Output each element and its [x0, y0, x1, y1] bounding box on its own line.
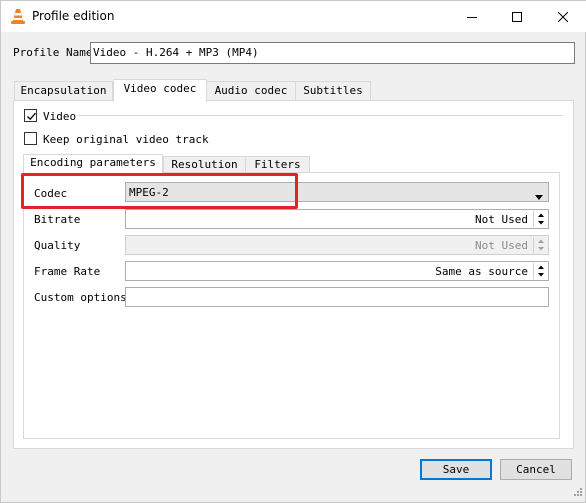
- profile-name-input[interactable]: Video - H.264 + MP3 (MP4): [90, 42, 575, 64]
- title-bar[interactable]: Profile edition: [1, 1, 586, 32]
- subtab-label: Encoding parameters: [30, 156, 156, 169]
- subtab-label: Resolution: [171, 158, 238, 171]
- spin-arrows-icon: [538, 213, 544, 225]
- close-button[interactable]: [540, 1, 586, 32]
- maximize-button[interactable]: [494, 1, 540, 32]
- tab-label: Audio codec: [214, 84, 288, 97]
- chevron-down-icon: [535, 190, 543, 203]
- vlc-cone-icon: [10, 8, 26, 25]
- custom-options-input[interactable]: [125, 287, 549, 307]
- save-button[interactable]: Save: [420, 459, 492, 480]
- quality-spin-buttons: [533, 237, 547, 253]
- quality-label: Quality: [34, 239, 81, 252]
- custom-options-label: Custom options: [34, 291, 127, 304]
- save-button-label: Save: [442, 463, 470, 476]
- profile-name-value: Video - H.264 + MP3 (MP4): [93, 46, 259, 59]
- maximize-icon: [512, 11, 522, 22]
- tab-video-codec[interactable]: Video codec: [113, 79, 207, 102]
- tab-label: Video codec: [123, 82, 197, 95]
- codec-highlight-box: [21, 173, 298, 209]
- bitrate-value: Not Used: [475, 213, 528, 226]
- checkmark-icon: [27, 112, 36, 121]
- framerate-label: Frame Rate: [34, 265, 101, 278]
- framerate-value: Same as source: [435, 265, 528, 278]
- profile-name-label: Profile Name: [13, 46, 93, 59]
- tab-encapsulation[interactable]: Encapsulation: [14, 81, 113, 101]
- cancel-button-label: Cancel: [516, 463, 556, 476]
- quality-spinbox: Not Used: [125, 235, 549, 255]
- window-title: Profile edition: [32, 9, 115, 23]
- keep-original-checkbox[interactable]: [24, 132, 37, 145]
- close-icon: [558, 11, 568, 22]
- video-checkbox[interactable]: [24, 109, 37, 122]
- spin-arrows-icon: [538, 239, 544, 251]
- bitrate-spin-buttons[interactable]: [533, 211, 547, 227]
- minimize-button[interactable]: [449, 1, 495, 32]
- tab-subtitles[interactable]: Subtitles: [295, 81, 371, 101]
- resize-grip-icon[interactable]: [573, 487, 583, 500]
- tab-label: Subtitles: [303, 84, 363, 97]
- minimize-icon: [467, 16, 477, 18]
- framerate-spin-buttons[interactable]: [533, 263, 547, 279]
- subtab-label: Filters: [254, 158, 301, 171]
- quality-value: Not Used: [475, 239, 528, 252]
- subtab-encoding-parameters[interactable]: Encoding parameters: [23, 154, 163, 174]
- bitrate-spinbox[interactable]: Not Used: [125, 209, 549, 229]
- video-group-line: [77, 115, 563, 116]
- bitrate-label: Bitrate: [34, 213, 81, 226]
- keep-original-label: Keep original video track: [43, 133, 209, 146]
- tab-label: Encapsulation: [20, 84, 107, 97]
- tab-audio-codec[interactable]: Audio codec: [206, 81, 296, 101]
- cancel-button[interactable]: Cancel: [500, 459, 572, 480]
- video-label: Video: [43, 110, 77, 123]
- framerate-spinbox[interactable]: Same as source: [125, 261, 549, 281]
- profile-edition-dialog: Profile edition Profile Name Video - H.2…: [0, 0, 586, 503]
- spin-arrows-icon: [538, 265, 544, 277]
